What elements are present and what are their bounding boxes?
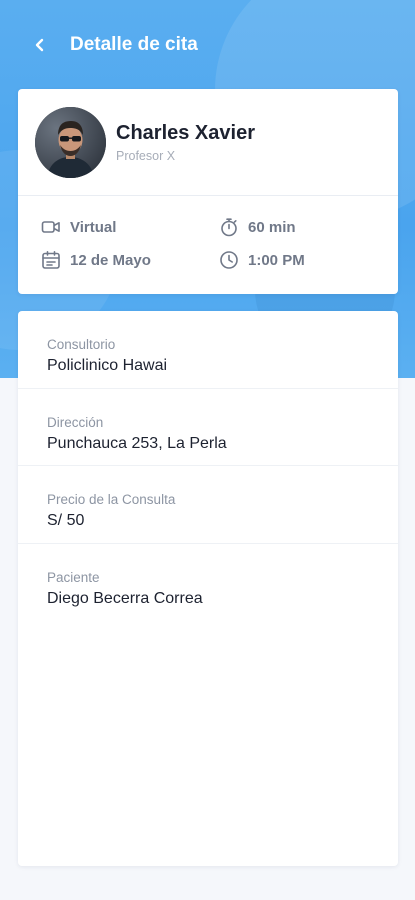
detail-row-direccion: Dirección Punchauca 253, La Perla [18,389,398,466]
chevron-left-icon [35,38,44,52]
detail-row-paciente: Paciente Diego Becerra Correa [18,544,398,622]
appointment-duration: 60 min [219,217,296,237]
calendar-icon [41,250,61,270]
detail-value: S/ 50 [47,512,85,529]
appointment-meta: Virtual 60 min 12 de Mayo 1:00 PM [18,196,398,294]
doctor-subtitle: Profesor X [116,148,176,163]
top-bar: Detalle de cita [0,22,415,68]
doctor-header: Charles Xavier Profesor X [18,89,398,196]
avatar [35,106,106,178]
detail-label: Consultorio [47,337,116,352]
detail-label: Paciente [47,569,100,585]
back-button[interactable] [28,33,52,57]
doctor-photo [35,106,106,178]
detail-label: Precio de la Consulta [47,492,176,507]
appointment-mode-label: Virtual [70,218,117,236]
detail-row-precio: Precio de la Consulta S/ 50 [18,466,398,544]
appointment-date-label: 12 de Mayo [70,251,151,269]
appointment-date: 12 de Mayo [41,250,151,270]
stopwatch-icon [219,217,239,237]
detail-value: Diego Becerra Correa [47,589,203,607]
detail-value: Punchauca 253, La Perla [47,434,227,452]
appointment-duration-label: 60 min [248,218,296,236]
appointment-mode: Virtual [41,217,116,237]
appointment-details-card: Consultorio Policlinico Hawai Dirección … [18,311,398,866]
doctor-card: Charles Xavier Profesor X Virtual 60 min [18,89,398,294]
doctor-info: Charles Xavier Profesor X [116,122,255,163]
detail-value: Policlinico Hawai [47,357,168,374]
appointment-time-label: 1:00 PM [248,251,305,269]
video-camera-icon [41,217,61,237]
clock-icon [219,250,239,270]
doctor-name: Charles Xavier [116,121,255,144]
appointment-time: 1:00 PM [219,250,305,270]
page-title: Detalle de cita [70,34,198,55]
detail-label: Dirección [47,414,104,430]
detail-row-consultorio: Consultorio Policlinico Hawai [18,311,398,389]
